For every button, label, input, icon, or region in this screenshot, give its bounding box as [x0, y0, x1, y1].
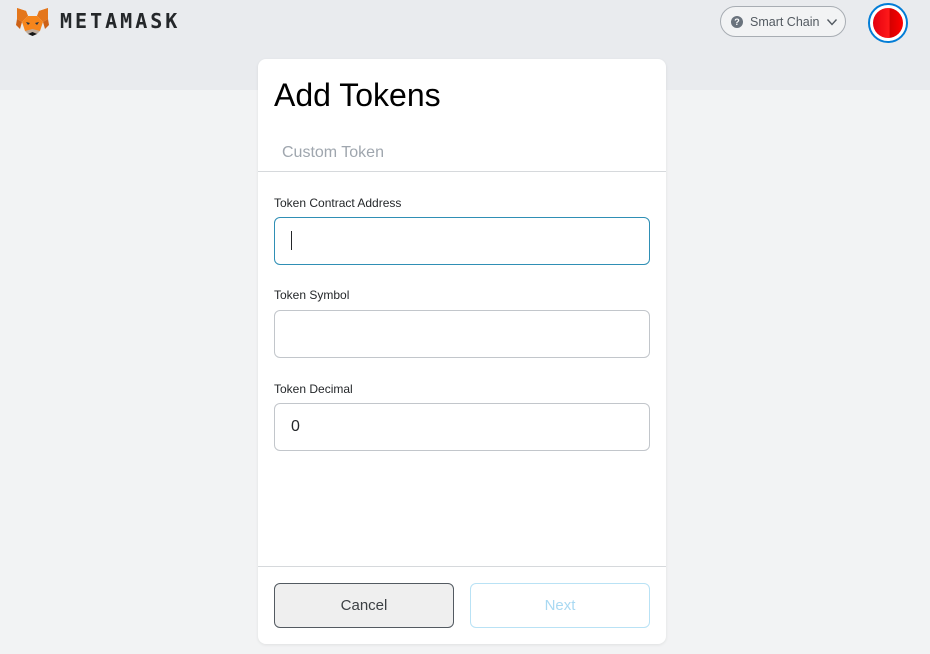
- tab-custom-token[interactable]: Custom Token: [282, 144, 384, 162]
- cancel-button[interactable]: Cancel: [274, 583, 454, 628]
- contract-address-label: Token Contract Address: [274, 196, 402, 210]
- brand-wordmark: METAMASK: [60, 9, 181, 33]
- account-avatar[interactable]: [868, 3, 908, 43]
- contract-address-input[interactable]: [274, 217, 650, 265]
- token-symbol-label: Token Symbol: [274, 288, 350, 302]
- token-decimal-input[interactable]: [274, 403, 650, 451]
- network-selector[interactable]: ? Smart Chain: [720, 6, 846, 37]
- chevron-down-icon: [827, 18, 838, 26]
- metamask-fox-icon: [16, 8, 49, 36]
- question-circle-icon: ?: [731, 15, 743, 28]
- page-title: Add Tokens: [274, 77, 441, 113]
- identicon: [873, 8, 903, 38]
- token-decimal-label: Token Decimal: [274, 382, 353, 396]
- next-button[interactable]: Next: [470, 583, 650, 628]
- tab-divider: [258, 171, 666, 172]
- add-tokens-card: Add Tokens Custom Token Token Contract A…: [258, 59, 666, 644]
- text-cursor: [291, 231, 292, 250]
- network-name: Smart Chain: [750, 14, 820, 29]
- footer-divider: [258, 566, 666, 567]
- token-symbol-input[interactable]: [274, 310, 650, 358]
